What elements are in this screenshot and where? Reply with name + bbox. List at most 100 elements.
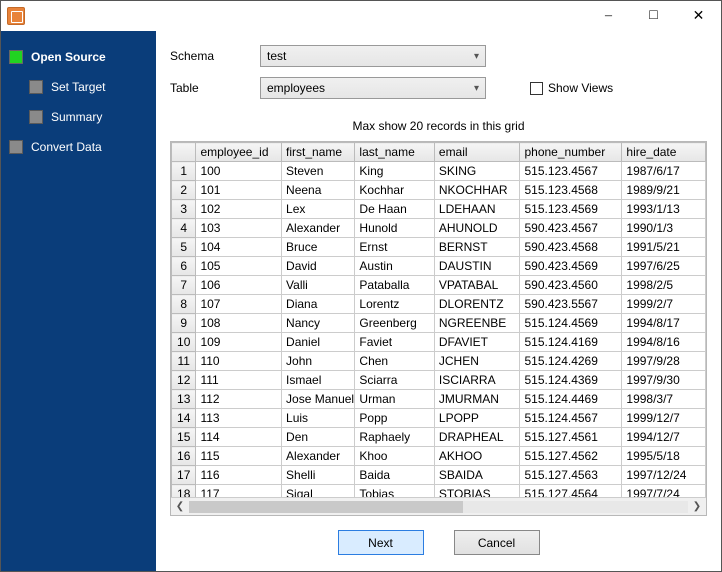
cell[interactable]: DFAVIET [434,333,520,352]
cell[interactable]: 1994/8/17 [622,314,706,333]
cell[interactable]: Kochhar [355,181,434,200]
cell[interactable]: 515.123.4568 [520,181,622,200]
table-row[interactable]: 16115AlexanderKhooAKHOO515.127.45621995/… [172,447,706,466]
cell[interactable]: AHUNOLD [434,219,520,238]
cell[interactable]: AKHOO [434,447,520,466]
cell[interactable]: Valli [282,276,355,295]
cell[interactable]: Sciarra [355,371,434,390]
cell[interactable]: 1997/9/30 [622,371,706,390]
cell[interactable]: 515.124.4269 [520,352,622,371]
cell[interactable]: 515.124.4567 [520,409,622,428]
sidebar-item-convert-data[interactable]: Convert Data [9,139,148,155]
cell[interactable]: Diana [282,295,355,314]
table-row[interactable]: 2101NeenaKochharNKOCHHAR515.123.45681989… [172,181,706,200]
cell[interactable]: John [282,352,355,371]
sidebar-item-summary[interactable]: Summary [29,109,148,125]
cell[interactable]: Luis [282,409,355,428]
column-header[interactable]: hire_date [622,143,706,162]
cell[interactable]: 590.423.4569 [520,257,622,276]
cell[interactable]: 105 [196,257,282,276]
cell[interactable]: 1997/6/25 [622,257,706,276]
table-row[interactable]: 3102LexDe HaanLDEHAAN515.123.45691993/1/… [172,200,706,219]
cancel-button[interactable]: Cancel [454,530,540,555]
cell[interactable]: King [355,162,434,181]
table-row[interactable]: 1100StevenKingSKING515.123.45671987/6/17 [172,162,706,181]
cell[interactable]: Sigal [282,485,355,498]
cell[interactable]: Khoo [355,447,434,466]
table-row[interactable]: 7106ValliPataballaVPATABAL590.423.456019… [172,276,706,295]
column-header[interactable]: employee_id [196,143,282,162]
cell[interactable]: LPOPP [434,409,520,428]
cell[interactable]: 1993/1/13 [622,200,706,219]
cell[interactable]: Lorentz [355,295,434,314]
column-header[interactable]: last_name [355,143,434,162]
cell[interactable]: Baida [355,466,434,485]
table-row[interactable]: 13112Jose ManuelUrmanJMURMAN515.124.4469… [172,390,706,409]
cell[interactable]: 1989/9/21 [622,181,706,200]
cell[interactable]: LDEHAAN [434,200,520,219]
cell[interactable]: Faviet [355,333,434,352]
close-button[interactable]: ✕ [676,1,721,31]
cell[interactable]: 1997/12/24 [622,466,706,485]
next-button[interactable]: Next [338,530,424,555]
table-row[interactable]: 18117SigalTobiasSTOBIAS515.127.45641997/… [172,485,706,498]
cell[interactable]: Bruce [282,238,355,257]
cell[interactable]: 100 [196,162,282,181]
column-header[interactable]: email [434,143,520,162]
cell[interactable]: 115 [196,447,282,466]
cell[interactable]: 515.124.4469 [520,390,622,409]
cell[interactable]: 102 [196,200,282,219]
cell[interactable]: 1998/2/5 [622,276,706,295]
cell[interactable]: ISCIARRA [434,371,520,390]
cell[interactable]: Greenberg [355,314,434,333]
table-row[interactable]: 14113LuisPoppLPOPP515.124.45671999/12/7 [172,409,706,428]
cell[interactable]: Pataballa [355,276,434,295]
cell[interactable]: 116 [196,466,282,485]
cell[interactable]: 106 [196,276,282,295]
cell[interactable]: Popp [355,409,434,428]
cell[interactable]: 515.127.4564 [520,485,622,498]
schema-select[interactable]: test ▾ [260,45,486,67]
cell[interactable]: NGREENBE [434,314,520,333]
cell[interactable]: VPATABAL [434,276,520,295]
cell[interactable]: 1999/2/7 [622,295,706,314]
cell[interactable]: 117 [196,485,282,498]
cell[interactable]: 104 [196,238,282,257]
cell[interactable]: 515.124.4569 [520,314,622,333]
cell[interactable]: Shelli [282,466,355,485]
cell[interactable]: 590.423.4568 [520,238,622,257]
table-row[interactable]: 4103AlexanderHunoldAHUNOLD590.423.456719… [172,219,706,238]
cell[interactable]: 590.423.5567 [520,295,622,314]
cell[interactable]: Lex [282,200,355,219]
cell[interactable]: 515.124.4369 [520,371,622,390]
horizontal-scrollbar[interactable]: ❮ ❯ [171,497,706,515]
cell[interactable]: SKING [434,162,520,181]
cell[interactable]: Ernst [355,238,434,257]
cell[interactable]: 1997/9/28 [622,352,706,371]
maximize-button[interactable]: □ [631,1,676,31]
cell[interactable]: David [282,257,355,276]
cell[interactable]: Jose Manuel [282,390,355,409]
cell[interactable]: 1999/12/7 [622,409,706,428]
cell[interactable]: 1994/12/7 [622,428,706,447]
cell[interactable]: Steven [282,162,355,181]
cell[interactable]: 112 [196,390,282,409]
cell[interactable]: 1997/7/24 [622,485,706,498]
cell[interactable]: 1987/6/17 [622,162,706,181]
cell[interactable]: 515.123.4569 [520,200,622,219]
cell[interactable]: 110 [196,352,282,371]
cell[interactable]: 1998/3/7 [622,390,706,409]
cell[interactable]: Urman [355,390,434,409]
cell[interactable]: 1990/1/3 [622,219,706,238]
cell[interactable]: 109 [196,333,282,352]
table-select[interactable]: employees ▾ [260,77,486,99]
table-row[interactable]: 12111IsmaelSciarraISCIARRA515.124.436919… [172,371,706,390]
cell[interactable]: 1991/5/21 [622,238,706,257]
cell[interactable]: 107 [196,295,282,314]
sidebar-item-open-source[interactable]: Open Source [9,49,148,65]
cell[interactable]: Raphaely [355,428,434,447]
cell[interactable]: 515.127.4562 [520,447,622,466]
cell[interactable]: 1995/5/18 [622,447,706,466]
cell[interactable]: 590.423.4560 [520,276,622,295]
column-header[interactable]: phone_number [520,143,622,162]
